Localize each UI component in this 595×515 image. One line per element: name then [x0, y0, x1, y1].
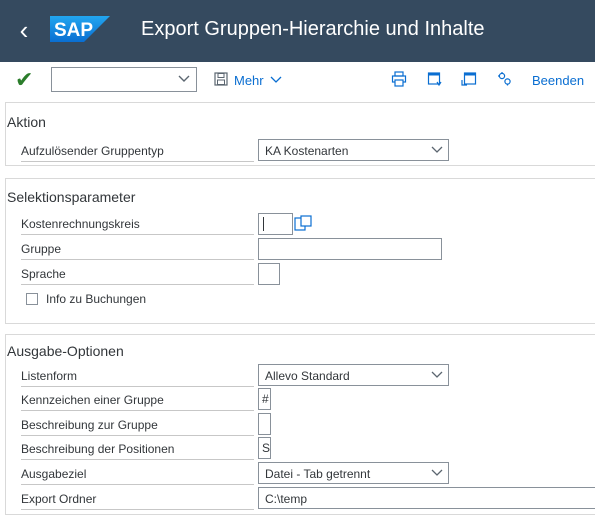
beschreibung-positionen-input[interactable]: S — [258, 437, 271, 459]
chevron-down-icon — [431, 371, 443, 378]
info-buchungen-label: Info zu Buchungen — [46, 292, 147, 306]
gruppe-input[interactable] — [258, 238, 442, 260]
sprache-input[interactable] — [258, 263, 280, 285]
kennzeichen-value: # — [262, 392, 269, 406]
kennzeichen-input[interactable]: # — [258, 388, 271, 410]
label-gruppentyp: Aufzulösender Gruppentyp — [21, 140, 254, 162]
chevron-down-icon[interactable] — [178, 71, 190, 87]
label-beschreibung-positionen: Beschreibung der Positionen — [21, 438, 254, 460]
beschreibung-positionen-value: S — [262, 441, 271, 455]
export-ordner-value: C:\temp — [265, 492, 308, 506]
svg-text:SAP: SAP — [54, 20, 93, 41]
beschreibung-gruppe-input[interactable] — [258, 413, 271, 435]
exit-button[interactable]: Beenden — [532, 73, 584, 88]
info-buchungen-checkbox[interactable] — [26, 293, 38, 305]
gruppentyp-value: KA Kostenarten — [265, 144, 349, 158]
label-listenform: Listenform — [21, 365, 254, 387]
label-kostenrechnungskreis: Kostenrechnungskreis — [21, 213, 254, 235]
kostenrechnungskreis-input[interactable] — [258, 213, 293, 235]
selection-screen: Aktion Aufzulösender Gruppentyp KA Koste… — [0, 102, 595, 515]
enter-checkmark-icon[interactable]: ✔ — [15, 65, 33, 95]
sap-logo: SAP — [50, 16, 110, 42]
gruppentyp-dropdown[interactable]: KA Kostenarten — [258, 139, 449, 161]
chevron-down-icon — [431, 146, 443, 153]
command-field[interactable] — [51, 67, 197, 92]
label-beschreibung-gruppe: Beschreibung zur Gruppe — [21, 414, 254, 436]
ausgabeziel-value: Datei - Tab getrennt — [265, 467, 371, 481]
label-ausgabeziel: Ausgabeziel — [21, 463, 254, 485]
settings-icon[interactable] — [494, 67, 516, 91]
text-cursor — [263, 217, 264, 231]
listenform-dropdown[interactable]: Allevo Standard — [258, 364, 449, 386]
label-kennzeichen: Kennzeichen einer Gruppe — [21, 389, 254, 411]
find-next-icon[interactable] — [458, 67, 480, 91]
label-gruppe: Gruppe — [21, 238, 254, 260]
title-bar: ‹ SAP Export Gruppen-Hierarchie und Inha… — [0, 0, 595, 62]
section-title-aktion: Aktion — [7, 114, 46, 130]
section-title-selektion: Selektionsparameter — [7, 189, 136, 205]
value-help-icon[interactable] — [294, 215, 314, 233]
label-export-ordner: Export Ordner — [21, 488, 254, 510]
more-menu-button[interactable]: Mehr — [234, 73, 282, 88]
section-title-ausgabe: Ausgabe-Optionen — [7, 343, 124, 359]
chevron-down-icon — [270, 76, 282, 83]
page-title: Export Gruppen-Hierarchie und Inhalte — [141, 18, 485, 40]
back-button[interactable]: ‹ — [10, 12, 38, 48]
save-icon[interactable] — [210, 67, 232, 91]
toolbar: ✔ Mehr Beenden — [0, 62, 595, 102]
export-ordner-input[interactable]: C:\temp — [258, 487, 595, 509]
print-icon[interactable] — [388, 67, 410, 91]
find-icon[interactable] — [424, 67, 446, 91]
ausgabeziel-dropdown[interactable]: Datei - Tab getrennt — [258, 462, 449, 484]
label-sprache: Sprache — [21, 263, 254, 285]
more-label: Mehr — [234, 73, 264, 88]
listenform-value: Allevo Standard — [265, 369, 350, 383]
chevron-down-icon — [431, 469, 443, 476]
